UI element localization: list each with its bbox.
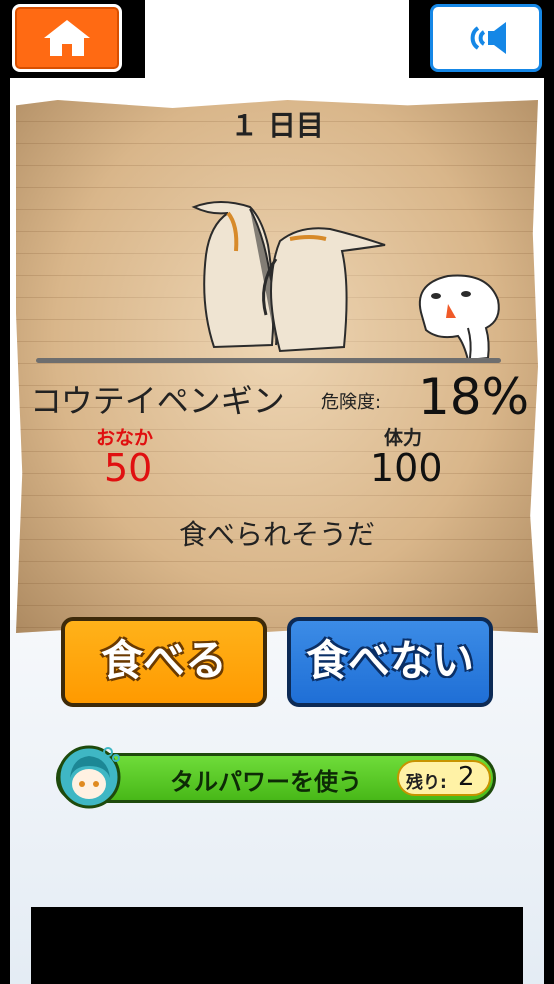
status-paper (16, 100, 538, 633)
sound-button[interactable] (430, 4, 542, 72)
animal-name: コウテイペンギン (30, 382, 285, 420)
ghost-character-illustration (418, 274, 500, 362)
danger-label: 危険度: (321, 392, 382, 413)
avatar-icon (57, 745, 121, 809)
danger-value: 18% (418, 368, 530, 426)
eat-button[interactable]: 食べる (61, 617, 267, 707)
no-eat-button[interactable]: 食べない (287, 617, 493, 707)
home-icon (44, 20, 90, 56)
home-button[interactable] (12, 4, 122, 72)
speaker-icon (470, 22, 506, 54)
ground-line (36, 358, 501, 363)
ad-banner-area (31, 907, 523, 984)
day-counter: １ 日目 (230, 109, 324, 142)
status-comment: 食べられそうだ (178, 518, 375, 551)
hunger-value: 50 (104, 446, 153, 490)
remaining-label: 残り: (406, 773, 447, 793)
penguin-illustration (191, 201, 386, 353)
power-label: タルパワーを使う (170, 768, 362, 796)
hp-value: 100 (370, 446, 443, 490)
remaining-value: 2 (458, 762, 475, 792)
